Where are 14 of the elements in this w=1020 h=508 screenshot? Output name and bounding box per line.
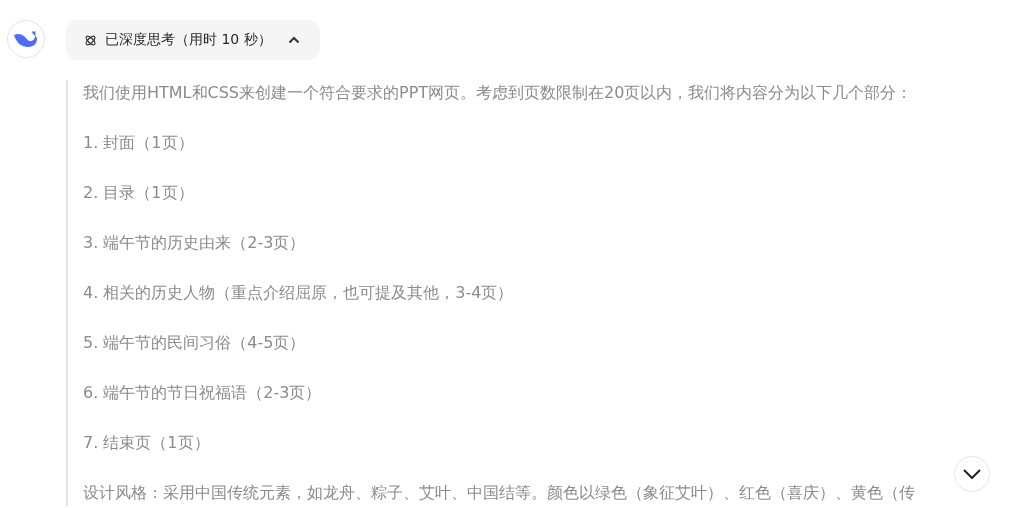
paragraph: 3. 端午节的历史由来（2-3页） — [83, 232, 307, 254]
paragraph: 2. 目录（1页） — [83, 182, 195, 204]
scroll-down-button[interactable] — [954, 456, 990, 492]
thinking-toggle[interactable]: 已深度思考（用时 10 秒） — [66, 20, 320, 60]
paragraph: 6. 端午节的节日祝福语（2-3页） — [83, 382, 323, 404]
paragraph: 设计风格：采用中国传统元素，如龙舟、粽子、艾叶、中国结等。颜色以绿色（象征艾叶）、红色（喜庆）、黄色（传 — [83, 482, 915, 504]
paragraph: 5. 端午节的民间习俗（4-5页） — [83, 332, 307, 354]
paragraph: 我们使用HTML和CSS来创建一个符合要求的PPT网页。考虑到页数限制在20页以内，我们将内容分为以下几个部分： — [83, 82, 914, 104]
paragraph: 4. 相关的历史人物（重点介绍屈原，也可提及其他，3-4页） — [83, 282, 515, 304]
paragraph: 7. 结束页（1页） — [83, 432, 211, 454]
whale-icon — [13, 29, 39, 49]
paragraph: 1. 封面（1页） — [83, 132, 195, 154]
chevron-down-icon — [963, 469, 981, 479]
atom-icon — [84, 33, 97, 47]
